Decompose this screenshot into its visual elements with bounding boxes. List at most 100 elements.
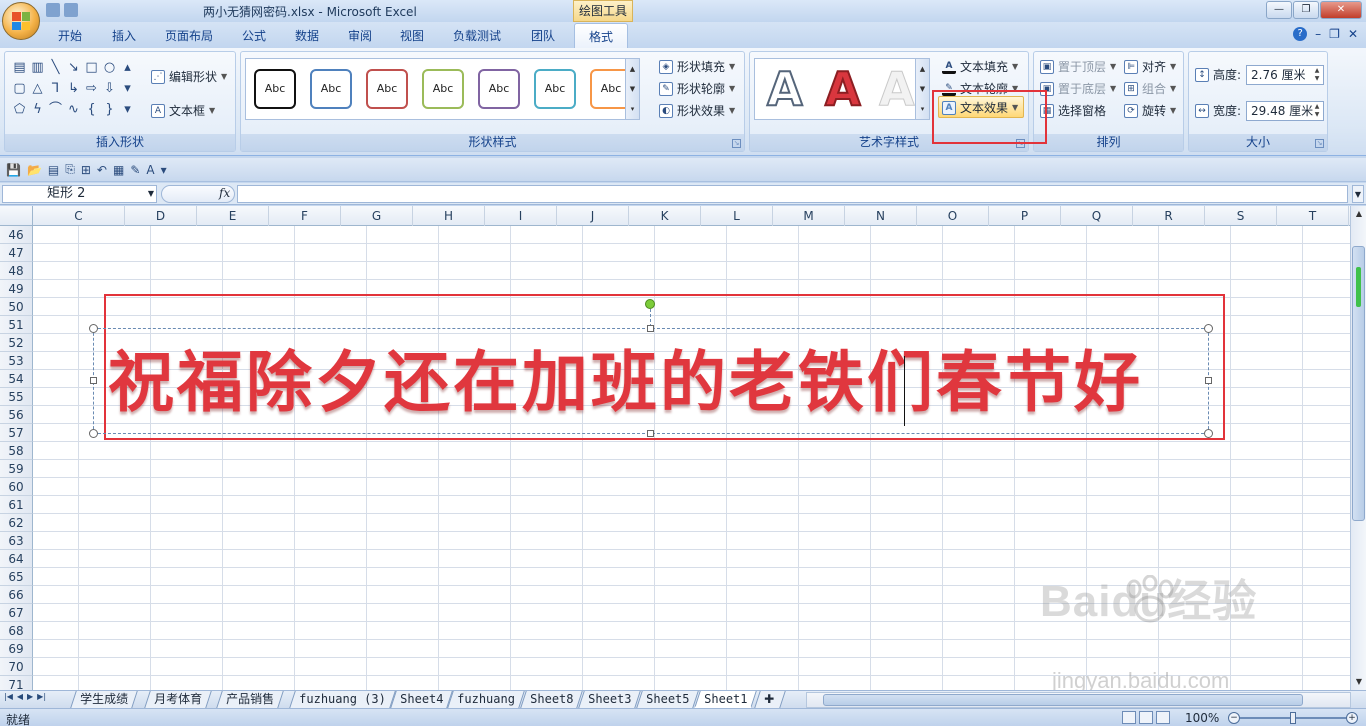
column-header[interactable]: G <box>341 206 413 226</box>
tab-team[interactable]: 团队 <box>531 27 555 44</box>
column-header[interactable]: N <box>845 206 917 226</box>
tab-data[interactable]: 数据 <box>295 27 319 44</box>
scroll-down-icon[interactable]: ▼ <box>1351 674 1366 690</box>
pentagon-shape-icon[interactable]: ⬠ <box>11 100 28 120</box>
zoom-knob[interactable] <box>1290 712 1296 724</box>
width-field[interactable]: 29.48 厘米 ▲ ▼ <box>1246 101 1324 121</box>
wordart-thumb[interactable]: A <box>879 63 916 116</box>
column-header[interactable]: F <box>269 206 341 226</box>
restore-button[interactable]: ❐ <box>1293 1 1319 19</box>
height-field[interactable]: 2.76 厘米 ▲ ▼ <box>1246 65 1324 85</box>
width-spinner[interactable]: ▲ ▼ <box>1312 103 1322 119</box>
text-box-button[interactable]: A 文本框 ▼ <box>151 102 215 119</box>
selection-pane-button[interactable]: ▦ 选择窗格 <box>1040 102 1106 119</box>
sheet-tab[interactable]: Sheet5 <box>636 691 700 708</box>
row-header[interactable]: 69 <box>0 640 33 658</box>
formula-input[interactable] <box>237 185 1348 203</box>
row-header[interactable]: 52 <box>0 334 33 352</box>
row-header[interactable]: 48 <box>0 262 33 280</box>
insert-function-icon[interactable]: fx <box>219 186 230 200</box>
align-button[interactable]: ⊫ 对齐 ▼ <box>1124 58 1176 75</box>
office-button[interactable] <box>2 2 40 40</box>
row-header[interactable]: 56 <box>0 406 33 424</box>
shape-style-thumb[interactable]: Abc <box>478 69 520 109</box>
column-header[interactable]: S <box>1205 206 1277 226</box>
row-header[interactable]: 50 <box>0 298 33 316</box>
row-header[interactable]: 60 <box>0 478 33 496</box>
zoom-out-icon[interactable]: − <box>1228 712 1240 724</box>
left-brace-shape-icon[interactable]: { <box>83 100 100 120</box>
scroll-up-icon[interactable]: ▲ <box>916 65 929 73</box>
elbow-connector-shape-icon[interactable]: ⅂ <box>47 79 64 99</box>
row-header[interactable]: 64 <box>0 550 33 568</box>
row-header[interactable]: 47 <box>0 244 33 262</box>
elbow-arrow-shape-icon[interactable]: ↳ <box>65 79 82 99</box>
column-header[interactable]: J <box>557 206 629 226</box>
row-header[interactable]: 54 <box>0 370 33 388</box>
edit-shape-button[interactable]: ⋰ 编辑形状 ▼ <box>151 68 227 85</box>
triangle-shape-icon[interactable]: △ <box>29 79 46 99</box>
resize-handle-bottom[interactable] <box>647 430 654 437</box>
shape-style-thumb[interactable]: Abc <box>254 69 296 109</box>
column-header[interactable]: R <box>1133 206 1205 226</box>
row-header[interactable]: 53 <box>0 352 33 370</box>
sheet-tab-active[interactable]: Sheet1 <box>694 691 758 708</box>
wordart-style-gallery[interactable]: A A A ▲ ▼ ▾ <box>754 58 930 120</box>
page-layout-view-icon[interactable] <box>1139 711 1153 724</box>
customize-qat-icon[interactable]: ▾ <box>161 163 167 177</box>
resize-handle-bottom-left[interactable] <box>89 429 98 438</box>
column-header[interactable]: T <box>1277 206 1349 226</box>
row-header[interactable]: 70 <box>0 658 33 676</box>
down-arrow-shape-icon[interactable]: ⇩ <box>101 79 118 99</box>
open-icon[interactable]: 📂 <box>27 163 42 177</box>
column-header[interactable]: C <box>33 206 125 226</box>
arc-shape-icon[interactable]: ⌒ <box>47 100 64 120</box>
lightning-shape-icon[interactable]: ϟ <box>29 100 46 120</box>
tab-load-test[interactable]: 负载测试 <box>453 27 501 44</box>
print-icon[interactable]: ▤ <box>48 163 59 177</box>
tab-review[interactable]: 审阅 <box>348 27 372 44</box>
scroll-up-icon[interactable]: ▲ <box>626 65 639 73</box>
resize-handle-left[interactable] <box>90 377 97 384</box>
ribbon-minimize-icon[interactable]: – <box>1315 27 1321 41</box>
column-header[interactable]: E <box>197 206 269 226</box>
expand-gallery-icon[interactable]: ▾ <box>626 105 639 113</box>
tab-page-layout[interactable]: 页面布局 <box>165 27 213 44</box>
horizontal-scrollbar[interactable] <box>806 692 1351 708</box>
vertical-textbox-shape-icon[interactable]: ▥ <box>29 58 46 78</box>
sheet-tab[interactable]: 月考体育 <box>144 691 212 708</box>
scroll-up-icon[interactable]: ▲ <box>1351 206 1366 222</box>
page-break-view-icon[interactable] <box>1156 711 1170 724</box>
first-sheet-icon[interactable]: |◀ <box>4 692 13 701</box>
right-arrow-shape-icon[interactable]: ⇨ <box>83 79 100 99</box>
textbox-shape-icon[interactable]: ▤ <box>11 58 28 78</box>
column-header[interactable]: O <box>917 206 989 226</box>
sheet-tab[interactable]: fuzhuang (3) <box>289 691 396 708</box>
row-header[interactable]: 66 <box>0 586 33 604</box>
row-header[interactable]: 61 <box>0 496 33 514</box>
zoom-slider[interactable]: − + <box>1228 712 1358 724</box>
group-button[interactable]: ⊞ 组合 ▼ <box>1124 80 1176 97</box>
row-header[interactable]: 58 <box>0 442 33 460</box>
prev-sheet-icon[interactable]: ◀ <box>17 692 23 701</box>
sheet-tab[interactable]: 产品销售 <box>216 691 284 708</box>
dialog-launcher-icon[interactable]: ↘ <box>732 139 741 148</box>
sheet-tab[interactable]: fuzhuang <box>447 691 525 708</box>
row-header[interactable]: 59 <box>0 460 33 478</box>
zoom-level[interactable]: 100% <box>1185 711 1219 725</box>
zoom-in-icon[interactable]: + <box>1346 712 1358 724</box>
insert-sheet-tab[interactable]: ✚ <box>754 691 786 708</box>
shape-fill-button[interactable]: ◈ 形状填充 ▼ <box>659 58 735 75</box>
sheet-tab[interactable]: Sheet3 <box>578 691 642 708</box>
undo-icon[interactable] <box>64 3 78 17</box>
row-header[interactable]: 65 <box>0 568 33 586</box>
text-fill-button[interactable]: A 文本填充 ▼ <box>942 58 1018 75</box>
gallery-scroll[interactable]: ▲ ▼ ▾ <box>625 59 639 119</box>
tab-formulas[interactable]: 公式 <box>242 27 266 44</box>
resize-handle-top-right[interactable] <box>1204 324 1213 333</box>
chevron-down-icon[interactable]: ▼ <box>148 186 154 202</box>
wordart-thumb[interactable]: A <box>824 62 862 116</box>
wordart-thumb[interactable]: A <box>766 62 804 116</box>
oval-shape-icon[interactable]: ○ <box>101 58 118 78</box>
column-header[interactable]: L <box>701 206 773 226</box>
